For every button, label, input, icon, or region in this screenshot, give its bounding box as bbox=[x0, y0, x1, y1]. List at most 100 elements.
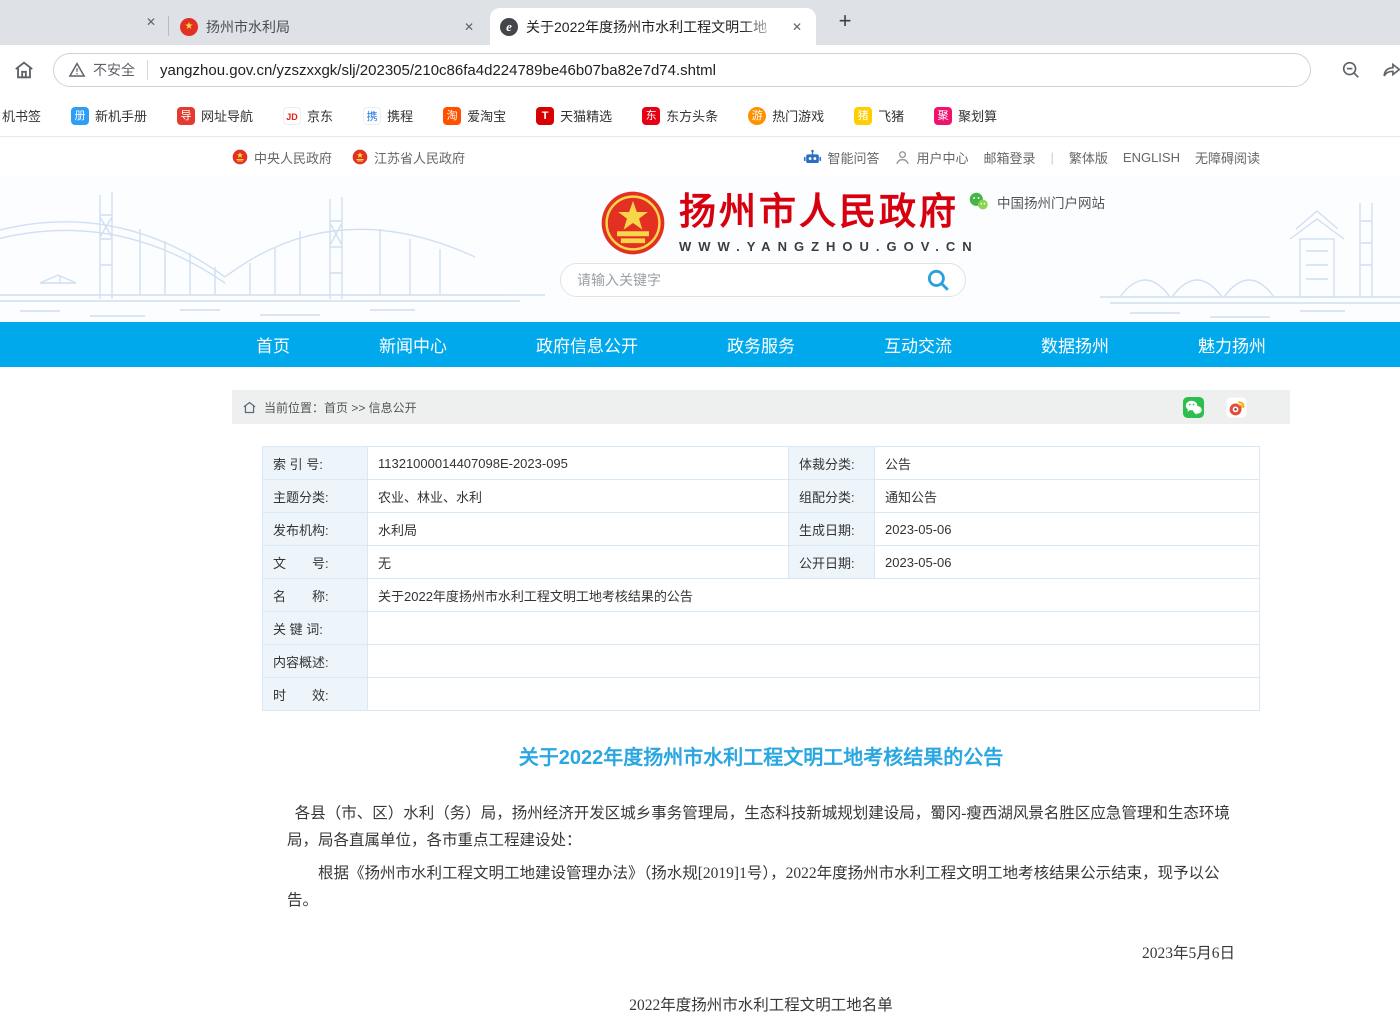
pill-divider bbox=[147, 60, 148, 80]
accessibility-link[interactable]: 无障碍阅读 bbox=[1195, 148, 1260, 167]
bookmark-item[interactable]: JD 京东 bbox=[283, 106, 333, 125]
meta-label: 内容概述: bbox=[263, 645, 368, 678]
meta-value bbox=[368, 612, 1260, 645]
traditional-version-link[interactable]: 繁体版 bbox=[1069, 148, 1108, 167]
smart-qa-label: 智能问答 bbox=[827, 148, 879, 167]
bookmark-item[interactable]: 东 东方头条 bbox=[642, 106, 718, 125]
bookmark-item[interactable]: T 天猫精选 bbox=[536, 106, 612, 125]
bookmark-favicon: 册 bbox=[71, 107, 89, 125]
bookmark-label: 网址导航 bbox=[201, 106, 253, 125]
table-row: 名 称: 关于2022年度扬州市水利工程文明工地考核结果的公告 bbox=[263, 579, 1260, 612]
meta-label: 生成日期: bbox=[789, 513, 875, 546]
tab-close-icon[interactable]: ✕ bbox=[788, 18, 806, 36]
bookmark-favicon: 游 bbox=[748, 107, 766, 125]
nav-item-info-disclosure[interactable]: 政府信息公开 bbox=[536, 332, 638, 357]
nav-item-interaction[interactable]: 互动交流 bbox=[884, 332, 952, 357]
meta-value: 关于2022年度扬州市水利工程文明工地考核结果的公告 bbox=[368, 579, 1260, 612]
gov-emblem-icon bbox=[352, 149, 368, 165]
gov-emblem-favicon: ★ bbox=[180, 18, 198, 36]
site-logo[interactable]: 扬州市人民政府 WWW.YANGZHOU.GOV.CN bbox=[600, 190, 979, 256]
not-secure-warning-icon bbox=[68, 61, 86, 79]
share-icon[interactable] bbox=[1381, 59, 1400, 81]
url-text: yangzhou.gov.cn/yzszxxgk/slj/202305/210c… bbox=[160, 62, 716, 79]
tab-close-icon[interactable]: ✕ bbox=[460, 18, 478, 36]
bookmark-item[interactable]: 猪 飞猪 bbox=[854, 106, 904, 125]
mail-login-link[interactable]: 邮箱登录 bbox=[983, 148, 1035, 167]
smart-qa-link[interactable]: 智能问答 bbox=[803, 148, 879, 167]
english-label: ENGLISH bbox=[1123, 150, 1180, 165]
nav-item-services[interactable]: 政务服务 bbox=[727, 332, 795, 357]
browser-logo-favicon: e bbox=[500, 18, 518, 36]
new-tab-button[interactable]: + bbox=[830, 7, 860, 37]
article-body: 关于2022年度扬州市水利工程文明工地考核结果的公告 各县（市、区）水利（务）局… bbox=[232, 741, 1290, 1015]
bookmark-item[interactable]: 机书签 bbox=[2, 106, 41, 125]
meta-value: 无 bbox=[368, 546, 789, 579]
robot-icon bbox=[803, 148, 822, 167]
meta-label: 名 称: bbox=[263, 579, 368, 612]
home-icon[interactable] bbox=[13, 59, 35, 81]
bookmark-item[interactable]: 携 携程 bbox=[363, 106, 413, 125]
breadcrumb-links[interactable]: 当前位置：首页 >> 信息公开 bbox=[264, 399, 417, 416]
tab-shuiliju[interactable]: ★ 扬州市水利局 ✕ bbox=[170, 8, 488, 45]
english-version-link[interactable]: ENGLISH bbox=[1123, 150, 1180, 165]
bookmark-label: 聚划算 bbox=[958, 106, 997, 125]
bookmark-item[interactable]: 册 新机手册 bbox=[71, 106, 147, 125]
bookmark-label: 新机手册 bbox=[95, 106, 147, 125]
table-row: 内容概述: bbox=[263, 645, 1260, 678]
search-input[interactable] bbox=[575, 271, 925, 289]
gov-emblem-icon bbox=[232, 149, 248, 165]
site-name: 扬州市人民政府 bbox=[679, 192, 979, 233]
bookmark-favicon: 猪 bbox=[854, 107, 872, 125]
bookmark-label: 京东 bbox=[307, 106, 333, 125]
nav-item-news[interactable]: 新闻中心 bbox=[379, 332, 447, 357]
tab-strip: ✕ ★ 扬州市水利局 ✕ e 关于2022年度扬州市水利工程文明工地 ✕ + bbox=[0, 0, 1400, 45]
meta-label: 文 号: bbox=[263, 546, 368, 579]
tab-close-icon[interactable]: ✕ bbox=[142, 13, 160, 31]
jiangsu-gov-link[interactable]: 江苏省人民政府 bbox=[352, 148, 465, 167]
wechat-share-icon[interactable] bbox=[1182, 396, 1205, 419]
meta-value: 2023-05-06 bbox=[875, 546, 1260, 579]
user-center-label: 用户中心 bbox=[916, 148, 968, 167]
portal-note[interactable]: 中国扬州门户网站 bbox=[968, 191, 1105, 212]
bookmark-item[interactable]: 聚 聚划算 bbox=[934, 106, 997, 125]
meta-label: 时 效: bbox=[263, 678, 368, 711]
bookmark-item[interactable]: 淘 爱淘宝 bbox=[443, 106, 506, 125]
bookmark-label: 爱淘宝 bbox=[467, 106, 506, 125]
document-meta-table: 索 引 号: 11321000014407098E-2023-095 体裁分类:… bbox=[262, 446, 1260, 711]
central-gov-label: 中央人民政府 bbox=[254, 148, 332, 167]
wechat-icon bbox=[968, 191, 989, 212]
security-label: 不安全 bbox=[93, 60, 135, 80]
meta-value: 通知公告 bbox=[875, 480, 1260, 513]
central-gov-link[interactable]: 中央人民政府 bbox=[232, 148, 332, 167]
meta-value bbox=[368, 645, 1260, 678]
weibo-share-icon[interactable] bbox=[1225, 396, 1248, 419]
meta-label: 发布机构: bbox=[263, 513, 368, 546]
bookmark-favicon: 东 bbox=[642, 107, 660, 125]
utility-bar: 中央人民政府 江苏省人民政府 智能问答 bbox=[0, 137, 1400, 177]
nav-item-data[interactable]: 数据扬州 bbox=[1041, 332, 1109, 357]
tab-separator bbox=[168, 16, 169, 36]
meta-label: 关 键 词: bbox=[263, 612, 368, 645]
meta-label: 体裁分类: bbox=[789, 447, 875, 480]
zoom-out-icon[interactable] bbox=[1340, 59, 1362, 81]
home-icon bbox=[242, 400, 257, 415]
bookmark-item[interactable]: 导 网址导航 bbox=[177, 106, 253, 125]
search-icon[interactable] bbox=[925, 267, 951, 293]
bookmark-favicon: T bbox=[536, 107, 554, 125]
site-search bbox=[560, 263, 966, 297]
national-emblem-icon bbox=[600, 190, 666, 256]
bookmark-item[interactable]: 游 热门游戏 bbox=[748, 106, 824, 125]
nav-item-home[interactable]: 首页 bbox=[256, 332, 290, 357]
nav-item-charm[interactable]: 魅力扬州 bbox=[1198, 332, 1266, 357]
meta-label: 索 引 号: bbox=[263, 447, 368, 480]
url-field[interactable]: 不安全 yangzhou.gov.cn/yzszxxgk/slj/202305/… bbox=[53, 53, 1311, 87]
utility-divider: | bbox=[1051, 150, 1054, 165]
bookmark-label: 携程 bbox=[387, 106, 413, 125]
meta-label: 公开日期: bbox=[789, 546, 875, 579]
meta-value: 水利局 bbox=[368, 513, 789, 546]
table-row: 主题分类: 农业、林业、水利 组配分类: 通知公告 bbox=[263, 480, 1260, 513]
bookmark-label: 东方头条 bbox=[666, 106, 718, 125]
bookmarks-bar: 机书签 册 新机手册 导 网址导航 JD 京东 携 携程 淘 爱淘宝 T 天猫精… bbox=[0, 95, 1400, 137]
user-center-link[interactable]: 用户中心 bbox=[894, 148, 968, 167]
tab-announcement[interactable]: e 关于2022年度扬州市水利工程文明工地 ✕ bbox=[490, 8, 816, 45]
